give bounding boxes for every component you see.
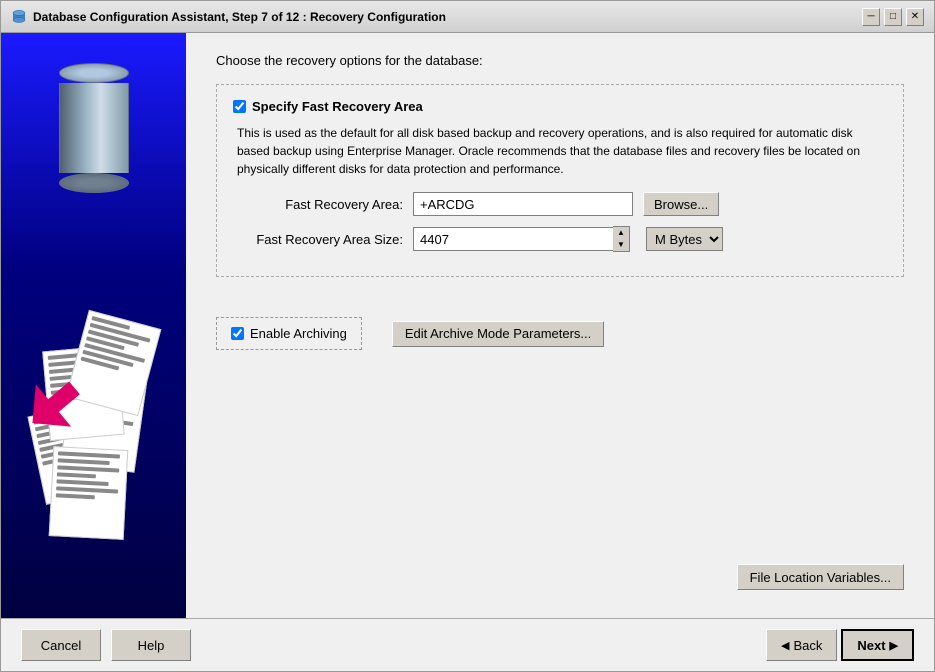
fra-label: Fast Recovery Area:	[233, 197, 403, 212]
help-button[interactable]: Help	[111, 629, 191, 661]
bottom-bar: Cancel Help ◀ Back Next ▶	[1, 618, 934, 671]
left-panel	[1, 33, 186, 618]
title-buttons: ─ □ ✕	[862, 8, 924, 26]
next-label: Next	[857, 638, 885, 653]
restore-button[interactable]: □	[884, 8, 902, 26]
cylinder-body	[59, 83, 129, 173]
app-icon	[11, 9, 27, 25]
main-window: Database Configuration Assistant, Step 7…	[0, 0, 935, 672]
cylinder-top	[59, 63, 129, 83]
nav-right-buttons: ◀ Back Next ▶	[766, 629, 914, 661]
fra-section: Specify Fast Recovery Area This is used …	[216, 84, 904, 277]
specify-fra-checkbox[interactable]	[233, 100, 246, 113]
title-bar: Database Configuration Assistant, Step 7…	[1, 1, 934, 33]
fra-description: This is used as the default for all disk…	[237, 124, 887, 178]
cylinder-bottom	[59, 173, 129, 193]
panel-image	[1, 33, 186, 618]
minimize-button[interactable]: ─	[862, 8, 880, 26]
next-arrow-icon: ▶	[890, 639, 898, 652]
spinner-up-button[interactable]: ▲	[613, 227, 629, 239]
papers-container	[16, 258, 166, 538]
fra-size-spinner: ▲ ▼	[413, 226, 630, 252]
close-button[interactable]: ✕	[906, 8, 924, 26]
file-location-row: File Location Variables...	[216, 564, 904, 590]
fra-size-label: Fast Recovery Area Size:	[233, 232, 403, 247]
title-bar-left: Database Configuration Assistant, Step 7…	[11, 9, 446, 25]
enable-archiving-label: Enable Archiving	[250, 326, 347, 341]
spinner-buttons: ▲ ▼	[613, 226, 630, 252]
back-label: Back	[793, 638, 822, 653]
db-cylinder	[59, 63, 129, 193]
content-area: Choose the recovery options for the data…	[1, 33, 934, 618]
fra-input[interactable]: +ARCDG	[413, 192, 633, 216]
instruction-text: Choose the recovery options for the data…	[216, 53, 904, 68]
title-text: Database Configuration Assistant, Step 7…	[33, 10, 446, 24]
fra-field-row: Fast Recovery Area: +ARCDG Browse...	[233, 192, 887, 216]
right-panel: Choose the recovery options for the data…	[186, 33, 934, 618]
back-button[interactable]: ◀ Back	[766, 629, 837, 661]
specify-fra-label: Specify Fast Recovery Area	[252, 99, 423, 114]
back-arrow-icon: ◀	[781, 639, 789, 652]
paper-doc-4	[66, 310, 162, 416]
spinner-down-button[interactable]: ▼	[613, 239, 629, 251]
next-button[interactable]: Next ▶	[841, 629, 914, 661]
unit-select[interactable]: M Bytes G Bytes	[646, 227, 723, 251]
bottom-left-buttons: Cancel Help	[21, 629, 191, 661]
archive-checkbox-row: Enable Archiving	[216, 317, 362, 350]
fra-size-input[interactable]	[413, 227, 613, 251]
file-location-button[interactable]: File Location Variables...	[737, 564, 904, 590]
spacer	[216, 360, 904, 564]
enable-archiving-checkbox[interactable]	[231, 327, 244, 340]
archiving-section: Enable Archiving Edit Archive Mode Param…	[216, 307, 904, 360]
browse-button[interactable]: Browse...	[643, 192, 719, 216]
edit-archive-button[interactable]: Edit Archive Mode Parameters...	[392, 321, 604, 347]
cancel-button[interactable]: Cancel	[21, 629, 101, 661]
fra-size-row: Fast Recovery Area Size: ▲ ▼ M Bytes G B…	[233, 226, 887, 252]
paper-doc-5	[49, 446, 129, 540]
specify-fra-row: Specify Fast Recovery Area	[233, 99, 887, 114]
